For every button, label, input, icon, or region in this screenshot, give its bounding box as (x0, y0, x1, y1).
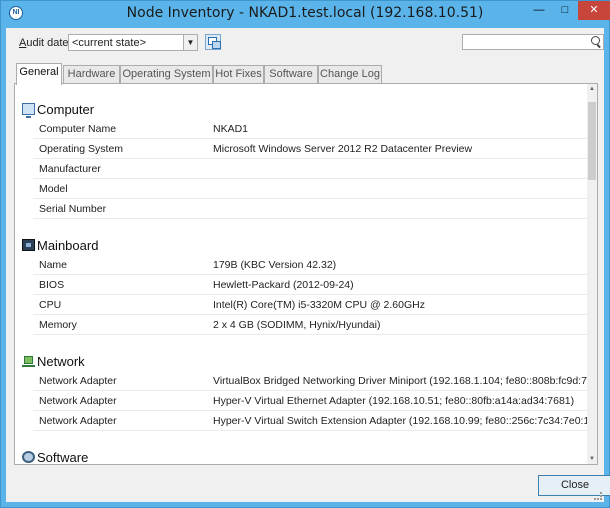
audit-date-value: <current state> (72, 37, 146, 49)
maximize-button[interactable]: □ (552, 1, 578, 20)
scroll-up-icon[interactable]: ▲ (587, 84, 597, 94)
row-key: Name (39, 259, 68, 271)
scroll-down-icon[interactable]: ▼ (587, 454, 597, 464)
section-computer-heading: Computer (22, 102, 95, 118)
row-key: Serial Number (39, 203, 107, 215)
table-row: Serial Number (33, 200, 588, 219)
row-value: 2 x 4 GB (SODIMM, Hynix/Hyundai) (213, 319, 381, 331)
search-icon[interactable] (590, 36, 602, 48)
row-value: VirtualBox Bridged Networking Driver Min… (213, 375, 588, 387)
tab-change-log[interactable]: Change Log (318, 65, 382, 84)
tab-hardware[interactable]: Hardware (63, 65, 120, 84)
row-key: Network Adapter (39, 375, 117, 387)
close-window-button[interactable]: ✕ (578, 1, 610, 20)
row-value: Hyper-V Virtual Switch Extension Adapter… (213, 415, 588, 427)
chevron-down-icon[interactable]: ▼ (183, 35, 197, 50)
section-software-heading: Software (22, 450, 88, 465)
search-input[interactable] (462, 34, 604, 50)
table-row: Manufacturer (33, 160, 588, 179)
table-row: Name 179B (KBC Version 42.32) (33, 256, 588, 275)
row-key: Computer Name (39, 123, 117, 135)
table-row: BIOS Hewlett-Packard (2012-09-24) (33, 276, 588, 295)
section-network-heading: Network (22, 354, 85, 369)
table-row: Model (33, 180, 588, 199)
row-key: CPU (39, 299, 62, 311)
table-row: Network Adapter Hyper-V Virtual Switch Ex… (33, 412, 588, 431)
tab-general[interactable]: General (16, 63, 62, 85)
row-key: Network Adapter (39, 415, 117, 427)
section-computer-title: Computer (37, 102, 95, 117)
vertical-scrollbar[interactable]: ▲ ▼ (587, 84, 597, 464)
computer-icon (22, 103, 35, 118)
row-key: Memory (39, 319, 77, 331)
window-title: Node Inventory - NKAD1.test.local (192.1… (126, 5, 484, 21)
row-key: Model (39, 183, 68, 195)
table-row: Computer Name NKAD1 (33, 120, 588, 139)
row-value: 179B (KBC Version 42.32) (213, 259, 337, 271)
resize-grip-icon[interactable] (594, 492, 602, 500)
row-value: Intel(R) Core(TM) i5-3320M CPU @ 2.60GHz (213, 299, 425, 311)
tab-software[interactable]: Software (264, 65, 318, 84)
section-network-title: Network (37, 354, 85, 369)
tab-hot-fixes[interactable]: Hot Fixes (213, 65, 264, 84)
table-row: Network Adapter Hyper-V Virtual Ethernet … (33, 392, 588, 411)
compare-snapshots-icon[interactable] (205, 34, 221, 50)
network-icon (22, 355, 35, 367)
row-key: Operating System (39, 143, 124, 155)
table-row: CPU Intel(R) Core(TM) i5-3320M CPU @ 2.60… (33, 296, 588, 315)
table-row: Operating System Microsoft Windows Server… (33, 140, 588, 159)
node-inventory-window: NI Node Inventory - NKAD1.test.local (19… (0, 0, 610, 508)
window-client-area: Audit date: <current state> ▼ General Ha… (6, 28, 610, 502)
minimize-button[interactable]: — (526, 1, 552, 20)
general-tab-panel: Computer Computer Name NKAD1 Operating Sy… (14, 83, 598, 465)
row-key: Manufacturer (39, 163, 101, 175)
title-bar[interactable]: NI Node Inventory - NKAD1.test.local (19… (1, 1, 610, 25)
mainboard-icon (22, 239, 35, 251)
audit-date-label: Audit date: (19, 37, 72, 49)
table-row: Network Adapter VirtualBox Bridged Networ… (33, 372, 588, 391)
row-key: BIOS (39, 279, 65, 291)
section-mainboard-heading: Mainboard (22, 238, 98, 253)
audit-date-label-text: udit date: (26, 37, 72, 49)
row-value: Hewlett-Packard (2012-09-24) (213, 279, 354, 291)
row-value: NKAD1 (213, 123, 249, 135)
section-mainboard-title: Mainboard (37, 238, 99, 253)
row-key: Network Adapter (39, 395, 117, 407)
table-row: Memory 2 x 4 GB (SODIMM, Hynix/Hyundai) (33, 316, 588, 335)
inventory-content: Computer Computer Name NKAD1 Operating Sy… (16, 85, 588, 465)
row-value: Microsoft Windows Server 2012 R2 Datacen… (213, 143, 473, 155)
row-value: Hyper-V Virtual Ethernet Adapter (192.16… (213, 395, 575, 407)
tab-operating-system[interactable]: Operating System (120, 65, 213, 84)
section-software-title: Software (37, 450, 89, 465)
scrollbar-thumb[interactable] (588, 102, 596, 180)
audit-date-dropdown[interactable]: <current state> ▼ (68, 34, 198, 51)
software-icon (22, 451, 35, 463)
